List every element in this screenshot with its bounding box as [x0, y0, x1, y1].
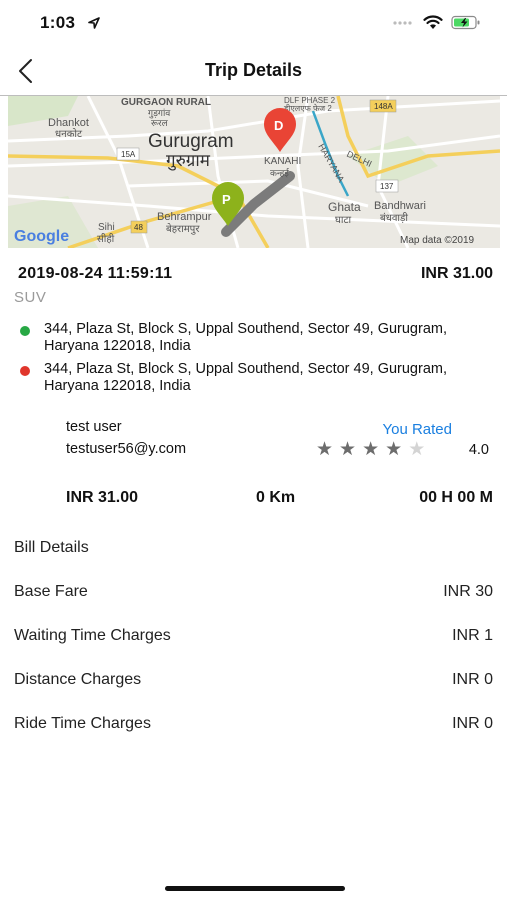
star-filled-icon: ★ — [362, 439, 380, 460]
map-label-ghata-hi: घाटा — [335, 215, 352, 226]
vehicle-type: SUV — [14, 289, 47, 306]
map-label-ghata: Ghata — [328, 200, 361, 214]
google-logo: Google — [14, 228, 69, 245]
bill-row-base-fare: Base Fare INR 30 — [14, 583, 493, 605]
bill-row-waiting-time: Waiting Time Charges INR 1 — [14, 627, 493, 649]
map-label-bandhwari: Bandhwari — [374, 200, 426, 212]
trip-datetime: 2019-08-24 11:59:11 — [18, 265, 173, 282]
wifi-icon — [423, 15, 443, 29]
map-label-gurgaon-rural: GURGAON RURAL — [121, 97, 211, 108]
map-label-sihi-hi: सीही — [97, 233, 115, 245]
bill-label: Ride Time Charges — [14, 715, 151, 732]
drop-address: 344, Plaza St, Block S, Uppal Southend, … — [44, 361, 447, 394]
map-label-gurgaon-rural-hi2: रूरल — [151, 118, 169, 128]
map-shield-48: 48 — [134, 223, 143, 232]
pickup-address: 344, Plaza St, Block S, Uppal Southend, … — [44, 321, 447, 354]
you-rated-label: You Rated — [382, 421, 452, 438]
summary-fare: INR 31.00 — [66, 489, 139, 506]
battery-charging-icon — [451, 15, 480, 30]
star-filled-icon: ★ — [316, 439, 334, 460]
star-empty-icon: ★ — [408, 439, 426, 460]
bill-value: INR 1 — [452, 627, 493, 644]
pickup-address-row: 344, Plaza St, Block S, Uppal Southend, … — [14, 321, 484, 355]
bill-row-distance: Distance Charges INR 0 — [14, 671, 493, 693]
summary-duration: 00 H 00 M — [419, 489, 493, 506]
map-label-bandhwari-hi: बंधवाड़ी — [380, 212, 408, 224]
bill-details-title: Bill Details — [14, 539, 89, 556]
location-arrow-icon — [88, 17, 100, 29]
map-label-gurugram: Gurugram — [148, 131, 234, 152]
bill-row-ride-time: Ride Time Charges INR 0 — [14, 715, 493, 737]
map-label-sihi: Sihi — [98, 222, 115, 233]
navigation-bar: Trip Details — [0, 46, 507, 96]
bill-label: Waiting Time Charges — [14, 627, 171, 644]
drop-marker-label: D — [274, 118, 283, 133]
map-label-behrampur: Behrampur — [157, 211, 212, 223]
drop-address-row: 344, Plaza St, Block S, Uppal Southend, … — [14, 361, 484, 395]
map-label-gurugram-hi: गुरुग्राम — [166, 151, 211, 171]
map-label-dhankot: Dhankot — [48, 117, 89, 129]
map-label-dhankot-hi: धनकोट — [55, 128, 83, 140]
map-label-kanahi-hi: कन्हई — [270, 167, 290, 178]
map-attribution: Map data ©2019 — [400, 235, 475, 246]
map-label-dlf-hi: डीएलएफ फेज 2 — [283, 103, 332, 113]
bill-value: INR 30 — [443, 583, 493, 600]
map-canvas: GURGAON RURAL गुड़गांव रूरल DLF PHASE 2 … — [8, 96, 500, 248]
map-label-kanahi: KANAHI — [264, 156, 301, 167]
star-filled-icon: ★ — [385, 439, 403, 460]
trip-fare: INR 31.00 — [420, 265, 493, 282]
map-shield-137: 137 — [380, 182, 394, 191]
pickup-marker-label: P — [222, 192, 231, 207]
status-bar: 1:03 — [0, 0, 507, 46]
map-shield-15a: 15A — [121, 150, 136, 159]
page-title: Trip Details — [204, 60, 303, 80]
star-filled-icon: ★ — [339, 439, 357, 460]
status-time: 1:03 — [40, 13, 76, 32]
map-shield-148a: 148A — [374, 102, 393, 111]
rating-stars: ★ ★ ★ ★ ★ — [316, 440, 425, 460]
drop-dot-icon — [20, 366, 30, 376]
home-indicator[interactable] — [165, 886, 345, 891]
rating-value: 4.0 — [468, 442, 489, 458]
summary-distance: 0 Km — [256, 489, 296, 506]
bill-label: Distance Charges — [14, 671, 142, 688]
user-name: test user — [66, 419, 122, 435]
bill-value: INR 0 — [452, 715, 493, 732]
bill-label: Base Fare — [14, 583, 88, 600]
pickup-dot-icon — [20, 326, 30, 336]
map-label-behrampur-hi: बेहरामपुर — [166, 223, 200, 235]
bill-value: INR 0 — [452, 671, 493, 688]
signal-icon — [393, 20, 412, 25]
trip-map[interactable]: GURGAON RURAL गुड़गांव रूरल DLF PHASE 2 … — [8, 96, 500, 248]
user-email: testuser56@y.com — [66, 441, 187, 457]
